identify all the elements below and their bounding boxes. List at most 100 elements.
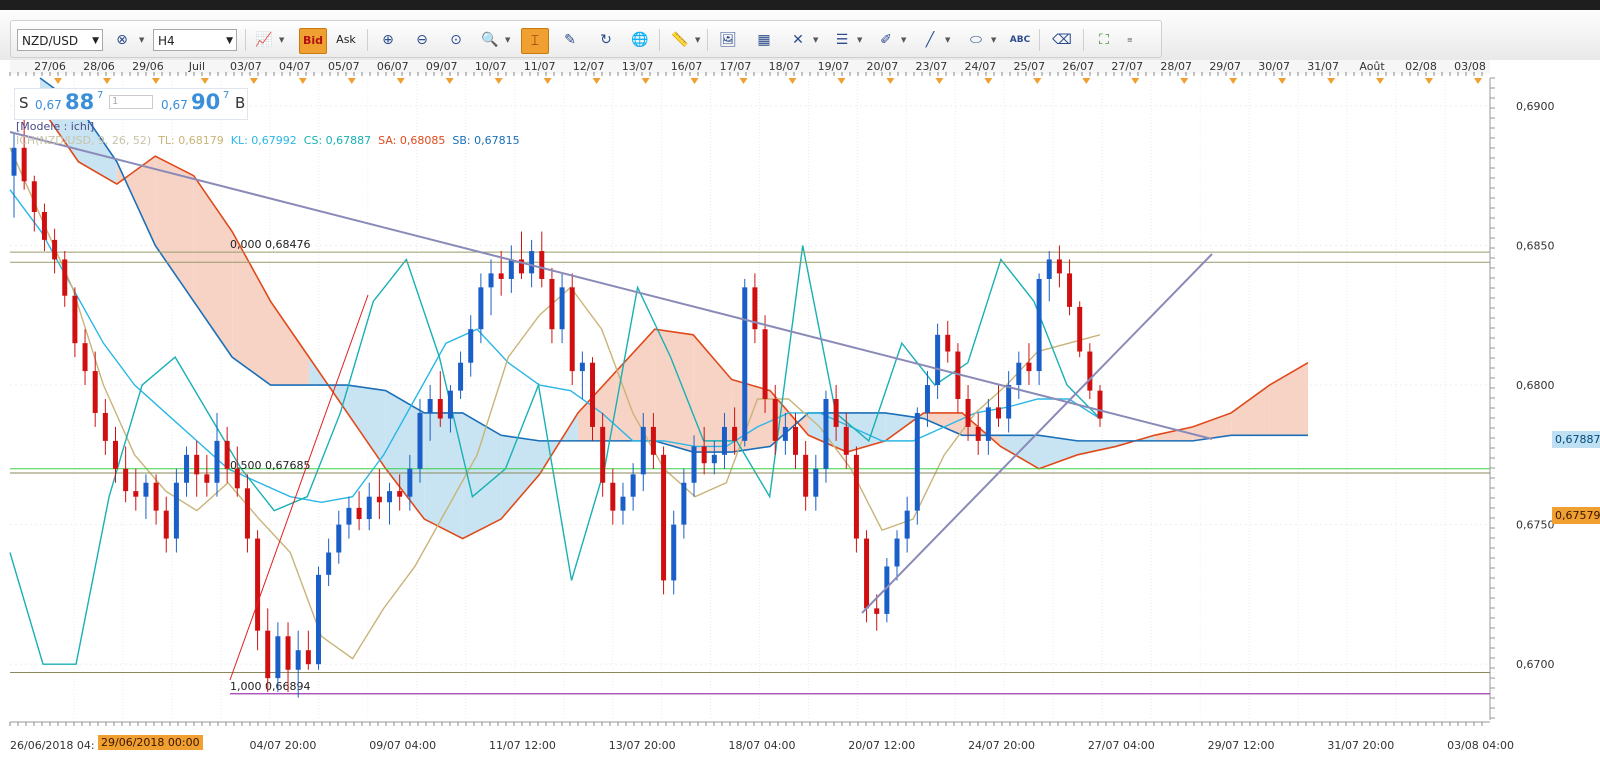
top-date-label: 12/07 (573, 60, 605, 73)
candle-body (996, 407, 1002, 419)
candle-body (620, 496, 626, 511)
candle-body (244, 488, 250, 539)
candle-body (975, 426, 981, 441)
top-date-label: 11/07 (524, 60, 556, 73)
candle-body (569, 287, 575, 372)
candle-body (1046, 259, 1052, 279)
candle-body (275, 636, 281, 679)
candle-body (387, 491, 393, 503)
kijun-value: KL: 0,67992 (230, 134, 297, 147)
timeframe-value: H4 (158, 34, 175, 48)
ruler-dropdown-icon[interactable]: ▼ (695, 28, 703, 52)
symbol-select[interactable]: NZD/USD ▼ (17, 29, 103, 51)
price-label: 0,6700 (1516, 658, 1555, 671)
magnify-icon[interactable]: 🔍 (477, 28, 503, 52)
ichimoku-legend: ICH(NZD/USD, 9, 26, 52) TL: 0,68179 KL: … (16, 134, 520, 147)
candle-body (701, 446, 707, 464)
top-date-label: 31/07 (1307, 60, 1339, 73)
candle-body (559, 287, 565, 330)
top-date-label: Août (1359, 60, 1385, 73)
senkou-a-value: SA: 0,68085 (378, 134, 446, 147)
candle-body (904, 510, 910, 539)
globe-icon[interactable]: 🌐 (627, 28, 653, 52)
lines-dropdown-icon[interactable]: ▼ (857, 28, 865, 52)
candle-body (163, 510, 169, 539)
buy-price-big[interactable]: 90 (191, 90, 220, 114)
candle-body (924, 385, 930, 413)
top-date-label: 17/07 (720, 60, 752, 73)
candle-body (72, 295, 78, 344)
chikou-value: CS: 0,67887 (303, 134, 372, 147)
top-date-label: 05/07 (328, 60, 360, 73)
top-date-label: 10/07 (475, 60, 507, 73)
buy-prefix: 0,67 (161, 98, 188, 112)
senkou-b-value: SB: 0,67815 (452, 134, 520, 147)
candle-body (833, 399, 839, 427)
toolbar-overflow-icon[interactable]: ≡ (1127, 28, 1135, 52)
refresh-icon[interactable]: ↻ (593, 28, 619, 52)
chart-type-dropdown-icon[interactable]: ▼ (279, 28, 287, 52)
candle-body (671, 524, 677, 581)
candle-body (112, 440, 118, 469)
sell-price-big[interactable]: 88 (65, 90, 94, 114)
zoom-in-icon[interactable]: ⊕ (375, 28, 401, 52)
bid-button[interactable]: Bid (299, 28, 327, 54)
ask-button[interactable]: Ask (333, 28, 359, 52)
draw-tools-icon[interactable]: ✕ (785, 28, 811, 52)
candle-body (41, 211, 47, 240)
candle-body (843, 426, 849, 455)
candle-body (143, 482, 149, 497)
link-dropdown-icon[interactable]: ▼ (139, 28, 147, 52)
pencil-dropdown-icon[interactable]: ▼ (901, 28, 909, 52)
fibo-label: 0,000 0,68476 (230, 238, 310, 251)
top-date-label: 06/07 (377, 60, 409, 73)
hierarchy-icon[interactable]: ⛶ (1091, 28, 1117, 52)
toolbar-divider (707, 29, 708, 51)
candle-body (366, 496, 372, 520)
candle-body (397, 491, 403, 497)
candle-body (498, 273, 504, 279)
magnify-dropdown-icon[interactable]: ▼ (505, 28, 513, 52)
candle-body (721, 426, 727, 455)
timeframe-select[interactable]: H4 ▼ (153, 29, 237, 51)
lines-icon[interactable]: ☰ (829, 28, 855, 52)
sell-price-sup: 7 (97, 90, 104, 101)
quantity-input[interactable]: 1 (109, 95, 153, 109)
candle-body (985, 407, 991, 441)
image-icon[interactable]: 🖼 (715, 28, 741, 52)
candle-body (224, 440, 230, 469)
zoom-out-icon[interactable]: ⊖ (409, 28, 435, 52)
top-date-label: 28/06 (83, 60, 115, 73)
link-icon[interactable]: ⊗ (109, 28, 135, 52)
ruler-icon[interactable]: 📏 (667, 28, 693, 52)
candle-body (295, 650, 301, 670)
candle-body (204, 474, 210, 483)
template-icon[interactable]: ▦ (751, 28, 777, 52)
indicator-icon[interactable]: ✎ (557, 28, 583, 52)
candle-body (488, 273, 494, 288)
ellipse-icon[interactable]: ⬭ (963, 28, 989, 52)
text-icon[interactable]: ABC (1007, 28, 1033, 52)
candle-body (1006, 385, 1012, 419)
candle-body (1077, 306, 1083, 352)
bottom-date-label: 20/07 12:00 (848, 739, 915, 752)
candle-body (255, 538, 261, 631)
candle-body (468, 329, 474, 363)
chart-type-icon[interactable]: 📈 (251, 28, 277, 52)
candle-body (437, 399, 443, 419)
zoom-reset-icon[interactable]: ⊙ (443, 28, 469, 52)
line-color-icon[interactable]: ╱ (917, 28, 943, 52)
draw-tools-dropdown-icon[interactable]: ▼ (813, 28, 821, 52)
top-date-label: 27/06 (34, 60, 66, 73)
line-color-dropdown-icon[interactable]: ▼ (945, 28, 953, 52)
crosshair-icon[interactable]: ⌶ (521, 28, 549, 54)
eraser-icon[interactable]: ⌫ (1049, 28, 1075, 52)
candle-body (813, 468, 819, 497)
candle-body (1036, 278, 1042, 372)
price-chart[interactable]: 27/06 28/06 29/06 Juil 03/07 04/07 05/07 06/07 0… (0, 60, 1600, 781)
model-label: [Modele : ichi] (16, 120, 95, 133)
ellipse-dropdown-icon[interactable]: ▼ (991, 28, 999, 52)
candle-body (732, 426, 738, 441)
pencil-icon[interactable]: ✐ (873, 28, 899, 52)
top-date-label: 13/07 (622, 60, 654, 73)
